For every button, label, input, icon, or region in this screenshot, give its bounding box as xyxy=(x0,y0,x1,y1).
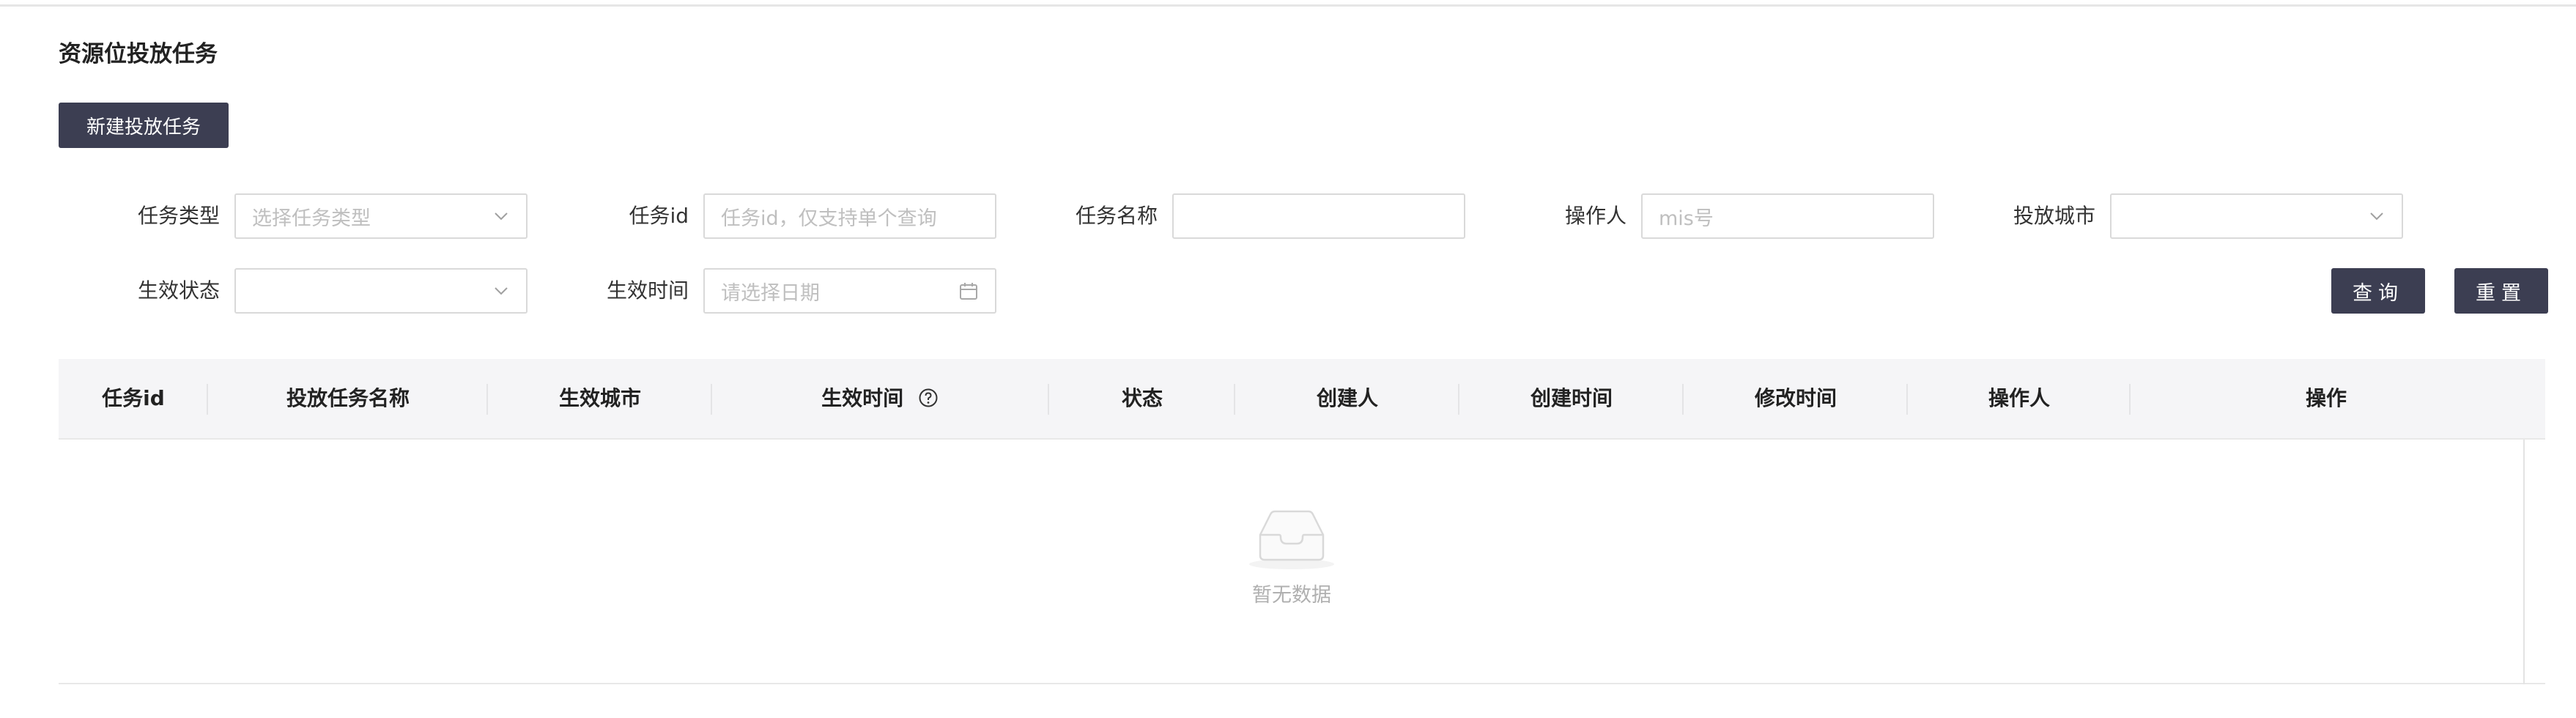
status-select[interactable] xyxy=(234,268,528,314)
table-header: 任务id 投放任务名称 生效城市 生效时间 状态 创建人 创建时间 修改时间 操… xyxy=(59,359,2545,440)
task-id-input[interactable]: 任务id，仅支持单个查询 xyxy=(703,193,996,239)
question-circle-icon[interactable] xyxy=(918,388,939,408)
effective-date-picker[interactable]: 请选择日期 xyxy=(703,268,996,314)
city-select[interactable] xyxy=(2110,193,2403,239)
chevron-down-icon xyxy=(2370,212,2383,221)
city-label: 投放城市 xyxy=(2013,204,2095,228)
operator-input[interactable]: mis号 xyxy=(1641,193,1934,239)
calendar-icon xyxy=(960,283,977,300)
column-header-effective-time-label: 生效时间 xyxy=(821,386,904,410)
task-name-label: 任务名称 xyxy=(1075,204,1158,228)
effective-date-placeholder: 请选择日期 xyxy=(721,281,820,305)
inbox-icon xyxy=(1249,510,1334,569)
column-header-effective-time: 生效时间 xyxy=(712,359,1048,438)
page-title: 资源位投放任务 xyxy=(59,41,218,67)
top-divider xyxy=(0,4,2576,7)
operator-placeholder: mis号 xyxy=(1659,207,1714,230)
status-label: 生效状态 xyxy=(137,278,220,303)
task-id-placeholder: 任务id，仅支持单个查询 xyxy=(721,207,937,230)
column-header-task-name: 投放任务名称 xyxy=(286,386,410,410)
chevron-down-icon xyxy=(495,287,508,295)
chevron-down-icon xyxy=(495,212,508,221)
column-header-creator: 创建人 xyxy=(1316,386,1378,410)
query-button[interactable]: 查询 xyxy=(2331,268,2425,314)
column-header-task-id: 任务id xyxy=(102,386,165,410)
task-type-label: 任务类型 xyxy=(137,204,220,228)
effective-time-label: 生效时间 xyxy=(606,278,689,303)
new-task-button[interactable]: 新建投放任务 xyxy=(59,103,229,148)
column-header-city: 生效城市 xyxy=(558,386,641,410)
task-name-input[interactable] xyxy=(1172,193,1465,239)
empty-state-text: 暂无数据 xyxy=(1252,584,1331,607)
reset-button[interactable]: 重置 xyxy=(2454,268,2548,314)
task-type-select[interactable]: 选择任务类型 xyxy=(234,193,528,239)
task-type-placeholder: 选择任务类型 xyxy=(252,207,371,230)
column-header-actions: 操作 xyxy=(2305,386,2347,410)
column-header-created-time: 创建时间 xyxy=(1530,386,1613,410)
column-header-status: 状态 xyxy=(1121,386,1163,410)
column-header-modified-time: 修改时间 xyxy=(1754,386,1837,410)
column-header-operator: 操作人 xyxy=(1988,386,2050,410)
task-id-label: 任务id xyxy=(629,204,689,228)
table-vertical-scrollbar[interactable] xyxy=(2523,440,2525,684)
operator-label: 操作人 xyxy=(1564,204,1626,228)
